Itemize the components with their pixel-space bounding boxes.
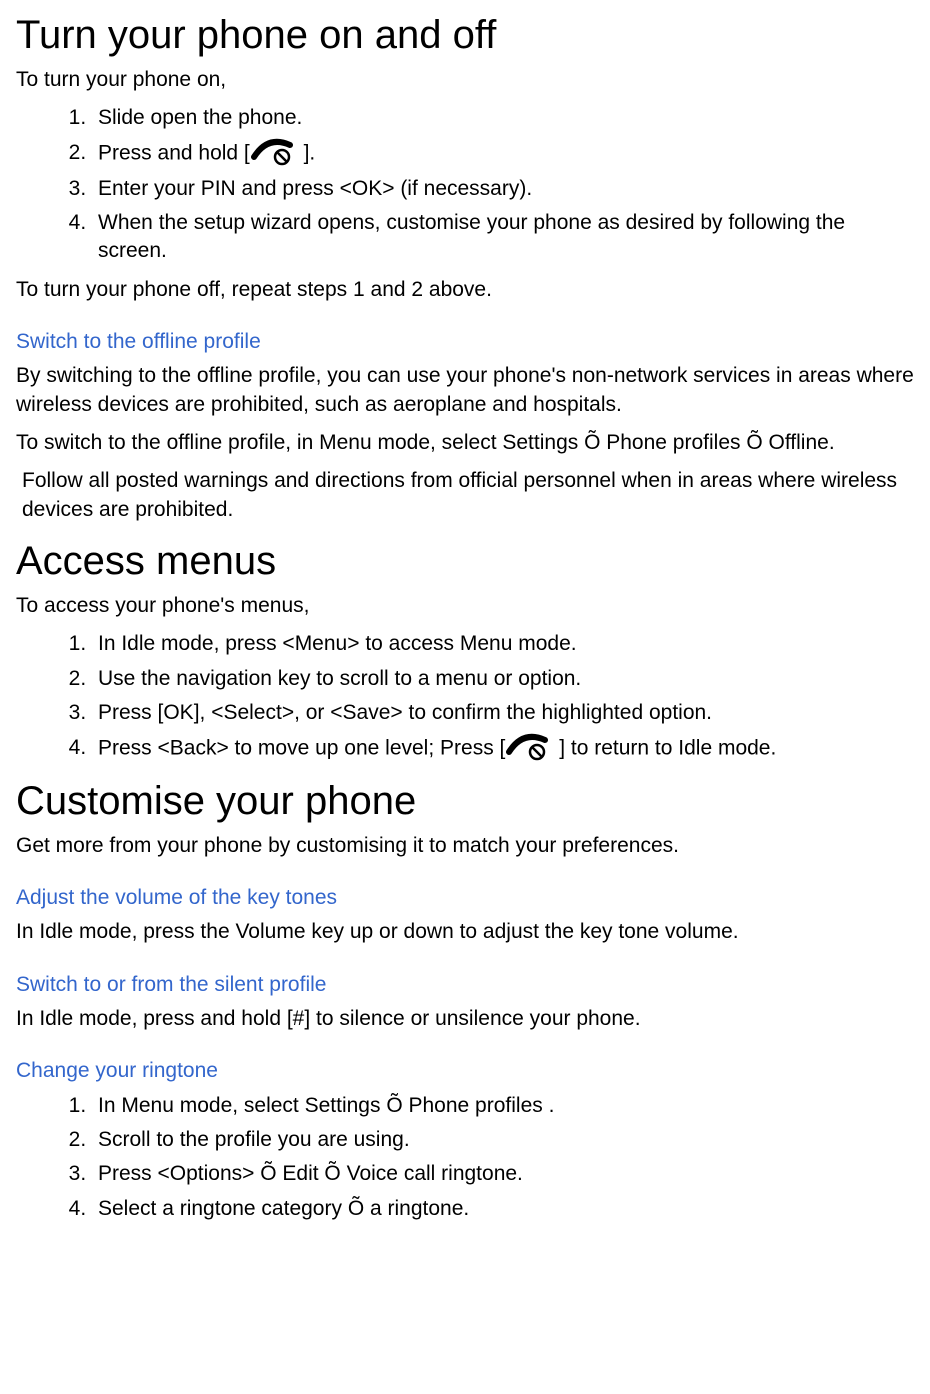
outro-turn-off: To turn your phone off, repeat steps 1 a… [16, 276, 914, 304]
step-item: Slide open the phone. [92, 104, 914, 132]
step-item: Enter your PIN and press <OK> (if necess… [92, 175, 914, 203]
step-item: Press [OK], <Select>, or <Save> to confi… [92, 699, 914, 727]
paragraph: In Idle mode, press the Volume key up or… [16, 918, 914, 946]
steps-access-menus: In Idle mode, press <Menu> to access Men… [16, 630, 914, 763]
paragraph: In Idle mode, press and hold [#] to sile… [16, 1005, 914, 1033]
steps-turn-on: Slide open the phone. Press and hold [ ]… [16, 104, 914, 265]
step-item: Select a ringtone category Õ a ringtone. [92, 1195, 914, 1223]
step-text: Press <Back> to move up one level; Press… [98, 736, 505, 759]
step-item: Scroll to the profile you are using. [92, 1126, 914, 1154]
paragraph: By switching to the offline profile, you… [16, 362, 914, 419]
intro-turn-on: To turn your phone on, [16, 66, 914, 94]
warning-note: Follow all posted warnings and direction… [16, 467, 914, 524]
step-item: Press <Options> Õ Edit Õ Voice call ring… [92, 1160, 914, 1188]
step-item: Press and hold [ ]. [92, 139, 914, 169]
step-text: ] to return to Idle mode. [553, 736, 776, 759]
step-item: In Idle mode, press <Menu> to access Men… [92, 630, 914, 658]
heading-silent-profile: Switch to or from the silent profile [16, 971, 914, 999]
step-text: Press and hold [ [98, 141, 250, 164]
heading-access-menus: Access menus [16, 534, 914, 588]
power-end-call-icon [505, 732, 553, 762]
step-text: ]. [298, 141, 316, 164]
intro-customise: Get more from your phone by customising … [16, 832, 914, 860]
heading-change-ringtone: Change your ringtone [16, 1057, 914, 1085]
step-item: Use the navigation key to scroll to a me… [92, 665, 914, 693]
heading-turn-phone-on-off: Turn your phone on and off [16, 8, 914, 62]
power-end-call-icon [250, 137, 298, 167]
step-item: In Menu mode, select Settings Õ Phone pr… [92, 1092, 914, 1120]
heading-offline-profile: Switch to the offline profile [16, 328, 914, 356]
intro-access-menus: To access your phone's menus, [16, 592, 914, 620]
step-item: When the setup wizard opens, customise y… [92, 209, 914, 266]
paragraph: To switch to the offline profile, in Men… [16, 429, 914, 457]
heading-adjust-volume: Adjust the volume of the key tones [16, 884, 914, 912]
steps-change-ringtone: In Menu mode, select Settings Õ Phone pr… [16, 1092, 914, 1223]
heading-customise-phone: Customise your phone [16, 774, 914, 828]
step-item: Press <Back> to move up one level; Press… [92, 734, 914, 764]
